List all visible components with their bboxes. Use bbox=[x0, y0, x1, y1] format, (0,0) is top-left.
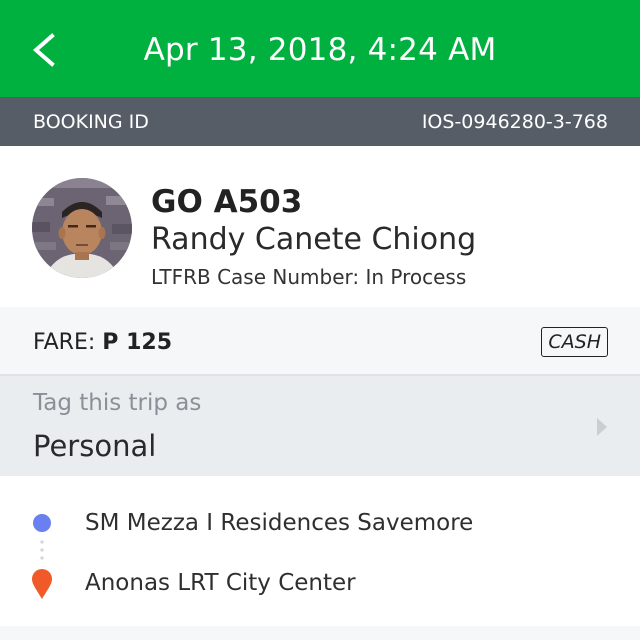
fare-text: FARE: P 125 bbox=[33, 307, 172, 379]
page-title: Apr 13, 2018, 4:24 AM bbox=[143, 32, 497, 68]
bottom-strip bbox=[0, 626, 640, 640]
driver-avatar bbox=[32, 178, 132, 278]
pickup-location: SM Mezza I Residences Savemore bbox=[85, 510, 474, 536]
fare-amount: P 125 bbox=[102, 330, 173, 355]
pickup-dot-icon bbox=[33, 514, 51, 532]
tag-trip-label: Tag this trip as bbox=[33, 390, 202, 416]
driver-name: Randy Canete Chiong bbox=[151, 222, 477, 257]
ltfrb-case-number: LTFRB Case Number: In Process bbox=[151, 265, 467, 289]
driver-card: GO A503 Randy Canete Chiong LTFRB Case N… bbox=[0, 146, 640, 306]
fare-row: FARE: P 125 CASH bbox=[0, 307, 640, 374]
tag-trip-selector[interactable]: Tag this trip as Personal bbox=[0, 376, 640, 476]
booking-id-value: IOS-0946280-3-768 bbox=[421, 111, 608, 133]
dropoff-location: Anonas LRT City Center bbox=[85, 570, 356, 596]
route-section: SM Mezza I Residences Savemore Anonas LR… bbox=[0, 476, 640, 626]
dropoff-pin-icon bbox=[32, 569, 52, 599]
payment-method-badge: CASH bbox=[541, 327, 608, 357]
booking-id-bar: BOOKING ID IOS-0946280-3-768 bbox=[0, 97, 640, 146]
booking-id-label: BOOKING ID bbox=[33, 111, 149, 133]
tag-trip-value: Personal bbox=[33, 429, 157, 463]
header-bar: Apr 13, 2018, 4:24 AM bbox=[0, 0, 640, 97]
route-connector-icon bbox=[40, 540, 44, 560]
vehicle-plate: GO A503 bbox=[151, 184, 303, 220]
fare-label: FARE: bbox=[33, 330, 96, 355]
chevron-right-icon bbox=[597, 418, 607, 436]
